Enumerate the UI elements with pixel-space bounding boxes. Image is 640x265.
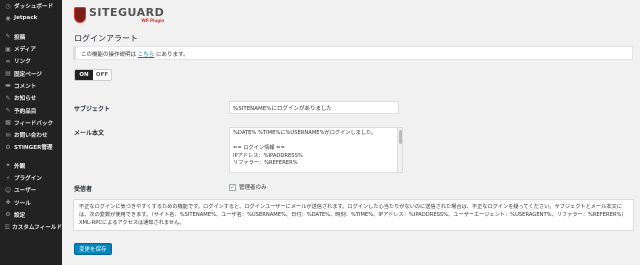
sidebar-item[interactable]: ✦ 外観	[0, 160, 62, 172]
media-icon: ▣	[5, 45, 11, 53]
notice-text-post: にあります。	[154, 52, 189, 58]
sidebar-item[interactable]: ▬ コメント	[0, 80, 62, 92]
plugin-icon: ⚡	[5, 174, 11, 182]
admin-only-checkbox[interactable]: ✓	[229, 183, 236, 191]
recipient-option[interactable]: ✓ 管理者のみ	[229, 183, 267, 191]
sidebar-item-label: お問い合わせ	[14, 133, 48, 140]
sidebar-item[interactable]: ☺ ユーザー	[0, 184, 62, 196]
siteguard-logo: SITEGUARD WP Plugin	[74, 4, 164, 26]
mail-body-label: メール本文	[74, 130, 105, 137]
settings-icon: ⚙	[5, 143, 11, 151]
sidebar-item[interactable]: ◷ ダッシュボード	[0, 0, 62, 12]
recipient-label: 受信者	[74, 186, 93, 193]
sidebar-item-label: メディア	[14, 47, 36, 54]
pin-icon: ✎	[5, 107, 11, 115]
jetpack-icon: ◉	[5, 14, 11, 22]
scrollbar-thumb[interactable]	[399, 130, 402, 144]
mail-body-textarea[interactable]: %DATE% %TIME%に%USERNAME%がログインしました。 == ログイ…	[229, 127, 403, 173]
help-link[interactable]: こちら	[138, 52, 155, 58]
sidebar-item[interactable]: ∞ リンク	[0, 55, 62, 67]
sidebar-item[interactable]: ✎ 予約品目	[0, 104, 62, 116]
feedback-icon: ▦	[5, 119, 11, 127]
sidebar-item-label: お知らせ	[14, 96, 37, 103]
notice-text-pre: この機能の操作説明は	[81, 52, 138, 58]
sidebar-item-label: コメント	[14, 83, 37, 90]
sidebar-item-label: 外観	[14, 163, 26, 170]
sidebar-item[interactable]: ⚙ STINGER管理	[0, 141, 62, 153]
sidebar-item-label: STINGER管理	[14, 145, 53, 152]
sidebar-item[interactable]: ⚡ プラグイン	[0, 172, 62, 184]
tool-icon: ✚	[5, 199, 11, 207]
toggle-off-button[interactable]: OFF	[93, 70, 111, 80]
subject-input[interactable]	[229, 101, 399, 114]
sidebar-item-label: ツール	[14, 200, 31, 207]
admin-sidebar: ◷ ダッシュボード ◉ Jetpack ✎ 投稿 ▣ メディア ∞ リンク ▤ 固定ページ ▬ コメント ✎…	[0, 0, 62, 265]
logo-text: SITEGUARD	[89, 6, 165, 19]
description-box: 不正なログインに気づきやすくするための機能です。ログインすると、ログインユーザー…	[73, 199, 634, 231]
siteguard-shield-icon	[74, 7, 86, 23]
mail-body-line: リファラー：%REFERER%	[233, 160, 298, 166]
sidebar-item-label: プラグイン	[14, 176, 42, 182]
sidebar-item-label: フィードバック	[14, 120, 54, 127]
sidebar-item-label: リンク	[14, 59, 31, 66]
admin-only-label: 管理者のみ	[239, 185, 267, 191]
toggle-on-button[interactable]: ON	[75, 70, 93, 80]
comment-icon: ▬	[5, 82, 11, 90]
mail-icon: ✉	[5, 131, 11, 139]
pin-icon: ✎	[5, 33, 11, 41]
page-title: ログインアラート	[74, 34, 138, 43]
sidebar-item-label: ユーザー	[14, 188, 37, 195]
sidebar-item[interactable]: ✉ お問い合わせ	[0, 129, 62, 141]
sidebar-item[interactable]: ✎ お知らせ	[0, 92, 62, 104]
link-icon: ∞	[5, 57, 11, 65]
help-notice: この機能の操作説明は こちら にあります。	[73, 46, 633, 60]
sidebar-item-label: 設定	[14, 212, 26, 219]
sidebar-item-label: 固定ページ	[14, 71, 42, 78]
settings-icon: ⚙	[5, 211, 11, 219]
dashboard-icon: ◷	[5, 2, 11, 10]
sidebar-item[interactable]: ◉ Jetpack	[0, 12, 62, 24]
field-icon: ☰	[4, 223, 10, 231]
mail-body-line	[233, 138, 399, 146]
sidebar-item[interactable]: ⚙ 設定	[0, 209, 62, 221]
sidebar-item[interactable]: ☰ カスタムフィールド	[0, 221, 62, 233]
sidebar-item-label: 投稿	[14, 34, 26, 41]
sidebar-item-label: ダッシュボード	[14, 4, 54, 11]
page-icon: ▤	[5, 70, 11, 78]
user-icon: ☺	[4, 186, 12, 194]
sidebar-item[interactable]: ▤ 固定ページ	[0, 67, 62, 79]
sidebar-item-label: Jetpack	[14, 15, 38, 22]
sidebar-item[interactable]: ✚ ツール	[0, 196, 62, 208]
main-content: SITEGUARD WP Plugin ログインアラート この機能の操作説明は …	[62, 0, 640, 265]
appearance-icon: ✦	[5, 162, 11, 170]
feature-toggle[interactable]: ON OFF	[74, 69, 112, 81]
sidebar-item[interactable]: ▦ フィードバック	[0, 117, 62, 129]
mail-body-line: == ログイン情報 ==	[233, 145, 285, 151]
sidebar-item-label: カスタムフィールド	[12, 225, 62, 232]
sidebar-item[interactable]: ▣ メディア	[0, 43, 62, 55]
sidebar-item[interactable]: ✎ 投稿	[0, 31, 62, 43]
sidebar-item-label: 予約品目	[14, 108, 37, 115]
mail-body-line: %DATE% %TIME%に%USERNAME%がログインしました。	[233, 130, 377, 136]
mail-body-line: IPアドレス：%IPADDRESS%	[233, 152, 303, 159]
subject-label: サブジェクト	[74, 106, 111, 113]
pin-icon: ✎	[5, 94, 11, 102]
save-button[interactable]: 変更を保存	[74, 243, 112, 255]
textarea-scrollbar[interactable]	[397, 128, 402, 172]
